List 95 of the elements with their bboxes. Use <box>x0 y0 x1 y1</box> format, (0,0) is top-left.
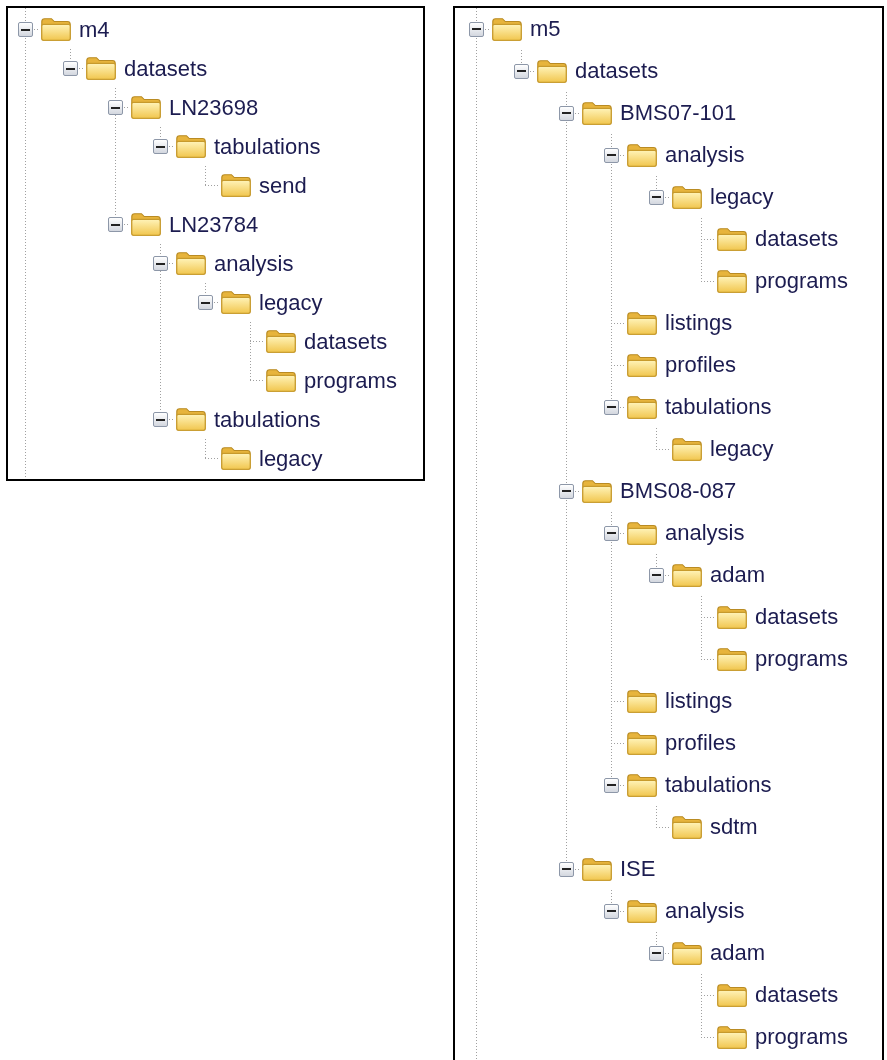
folder-label[interactable]: legacy <box>710 186 774 208</box>
folder-icon <box>626 352 658 378</box>
folder-label[interactable]: datasets <box>755 228 839 250</box>
folder-icon <box>220 446 252 471</box>
folder-label[interactable]: profiles <box>665 732 736 754</box>
folder-label[interactable]: LN23698 <box>169 96 259 119</box>
folder-icon <box>671 562 703 588</box>
folder-label[interactable]: send <box>259 174 307 197</box>
collapse-toggle[interactable] <box>107 217 123 232</box>
folder-icon <box>130 95 162 120</box>
folder-icon <box>40 17 72 42</box>
folder-label[interactable]: BMS08-087 <box>620 480 737 502</box>
folder-label[interactable]: programs <box>755 1026 848 1048</box>
collapse-toggle[interactable] <box>558 483 574 499</box>
collapse-toggle[interactable] <box>603 399 619 415</box>
folder-icon <box>175 407 207 432</box>
folder-icon <box>491 16 523 42</box>
folder-label[interactable]: m4 <box>79 18 110 41</box>
folder-label[interactable]: analysis <box>665 522 745 544</box>
folder-icon <box>265 368 297 393</box>
collapse-toggle[interactable] <box>152 139 168 154</box>
collapse-toggle[interactable] <box>107 100 123 115</box>
folder-label[interactable]: legacy <box>259 291 323 314</box>
folder-icon <box>716 226 748 252</box>
folder-label[interactable]: LN23784 <box>169 213 259 236</box>
folder-icon <box>626 520 658 546</box>
folder-icon <box>626 688 658 714</box>
folder-label[interactable]: tabulations <box>214 135 321 158</box>
folder-label[interactable]: BMS07-101 <box>620 102 737 124</box>
folder-icon <box>716 268 748 294</box>
folder-label[interactable]: analysis <box>214 252 294 275</box>
folder-icon <box>175 134 207 159</box>
folder-label[interactable]: datasets <box>755 984 839 1006</box>
folder-icon <box>536 58 568 84</box>
collapse-toggle[interactable] <box>197 295 213 310</box>
folder-label[interactable]: datasets <box>755 606 839 628</box>
collapse-toggle[interactable] <box>558 861 574 877</box>
collapse-toggle[interactable] <box>558 105 574 121</box>
folder-icon <box>671 814 703 840</box>
collapse-toggle[interactable] <box>603 777 619 793</box>
collapse-toggle[interactable] <box>648 567 664 583</box>
folder-icon <box>581 478 613 504</box>
collapse-toggle[interactable] <box>152 256 168 271</box>
folder-icon <box>626 394 658 420</box>
collapse-toggle[interactable] <box>513 63 529 79</box>
folder-label[interactable]: legacy <box>710 438 774 460</box>
folder-icon <box>85 56 117 81</box>
folder-label[interactable]: tabulations <box>665 774 772 796</box>
folder-label[interactable]: tabulations <box>214 408 321 431</box>
folder-icon <box>265 329 297 354</box>
folder-icon <box>581 100 613 126</box>
folder-icon <box>175 251 207 276</box>
collapse-toggle[interactable] <box>152 412 168 427</box>
folder-icon <box>671 940 703 966</box>
folder-label[interactable]: programs <box>304 369 397 392</box>
folder-icon <box>626 898 658 924</box>
folder-label[interactable]: analysis <box>665 900 745 922</box>
collapse-toggle[interactable] <box>62 61 78 76</box>
folder-label[interactable]: adam <box>710 564 766 586</box>
collapse-toggle[interactable] <box>648 189 664 205</box>
folder-icon <box>626 142 658 168</box>
folder-icon <box>130 212 162 237</box>
folder-icon <box>626 310 658 336</box>
folder-icon <box>671 436 703 462</box>
collapse-toggle[interactable] <box>648 945 664 961</box>
folder-label[interactable]: datasets <box>124 57 208 80</box>
collapse-toggle[interactable] <box>603 147 619 163</box>
folder-label[interactable]: profiles <box>665 354 736 376</box>
folder-label[interactable]: tabulations <box>665 396 772 418</box>
folder-icon <box>716 1024 748 1050</box>
folder-label[interactable]: datasets <box>575 60 659 82</box>
folder-icon <box>626 730 658 756</box>
collapse-toggle[interactable] <box>468 21 484 37</box>
collapse-toggle[interactable] <box>603 903 619 919</box>
folder-label[interactable]: listings <box>665 690 733 712</box>
folder-icon <box>220 290 252 315</box>
folder-label[interactable]: m5 <box>530 18 561 40</box>
folder-label[interactable]: sdtm <box>710 816 758 838</box>
folder-label[interactable]: ISE <box>620 858 656 880</box>
folder-icon <box>716 646 748 672</box>
folder-icon <box>716 604 748 630</box>
folder-label[interactable]: listings <box>665 312 733 334</box>
folder-icon <box>626 772 658 798</box>
collapse-toggle[interactable] <box>603 525 619 541</box>
folder-icon <box>581 856 613 882</box>
folder-icon <box>671 184 703 210</box>
folder-label[interactable]: analysis <box>665 144 745 166</box>
folder-label[interactable]: programs <box>755 270 848 292</box>
folder-icon <box>716 982 748 1008</box>
folder-icon <box>220 173 252 198</box>
folder-label[interactable]: adam <box>710 942 766 964</box>
collapse-toggle[interactable] <box>17 22 33 37</box>
folder-label[interactable]: datasets <box>304 330 388 353</box>
folder-label[interactable]: legacy <box>259 447 323 470</box>
folder-label[interactable]: programs <box>755 648 848 670</box>
